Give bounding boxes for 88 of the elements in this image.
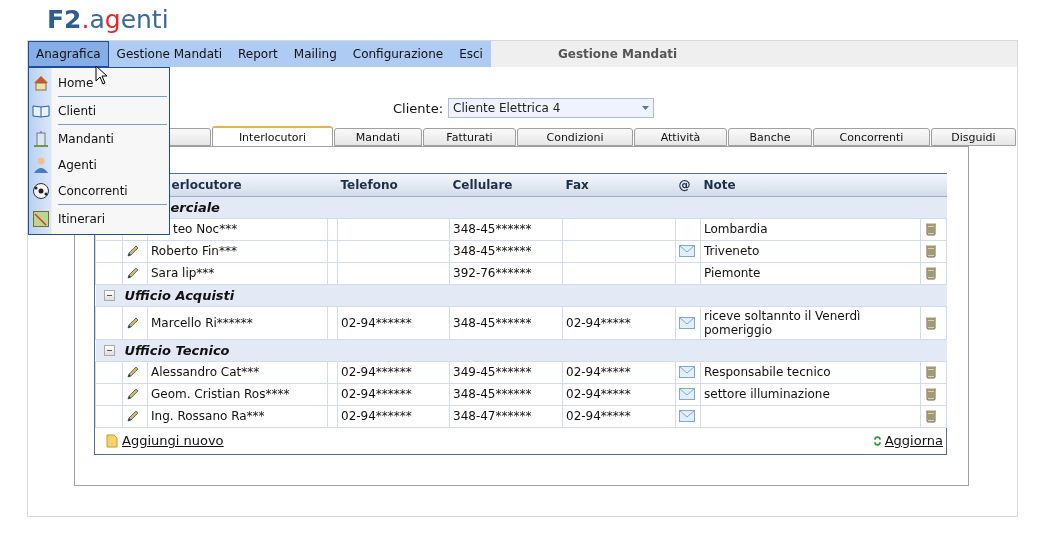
tab[interactable]: Mandati: [334, 128, 422, 146]
page-title: Gestione Mandati: [557, 46, 678, 63]
tab[interactable]: Interlocutori: [212, 126, 333, 146]
column-header: Note: [700, 174, 921, 196]
trash-icon[interactable]: [924, 315, 938, 330]
table-cell: Piemonte: [700, 262, 921, 284]
table-cell: Geom. Cristian Ros****: [147, 383, 328, 405]
table-cell: teo Noc***: [147, 218, 328, 240]
column-header: Cellulare: [449, 174, 563, 196]
trash-icon[interactable]: [924, 244, 938, 258]
table-cell: 349-45******: [449, 361, 563, 383]
table-cell: Alessandro Cat***: [147, 361, 328, 383]
column-header: Fax: [562, 174, 676, 196]
pencil-icon[interactable]: [126, 387, 140, 401]
table-cell: 02-94******: [337, 383, 450, 405]
column-header: Telefono: [337, 174, 450, 196]
menu-item[interactable]: Esci: [451, 41, 491, 67]
tab[interactable]: Concorrenti: [813, 128, 930, 146]
group-title: erciale: [170, 199, 220, 215]
trash-icon[interactable]: [924, 387, 938, 401]
table-cell: 02-94*****: [562, 383, 676, 405]
table-cell: 348-47******: [449, 405, 563, 427]
table-cell: 348-45******: [449, 306, 563, 339]
column-header: @: [675, 174, 701, 196]
table-cell: Roberto Fin***: [147, 240, 328, 262]
trash-icon[interactable]: [924, 365, 938, 379]
envelope-icon[interactable]: [679, 316, 695, 329]
document-icon: [105, 433, 119, 448]
envelope-icon[interactable]: [679, 410, 695, 422]
collapse-toggle[interactable]: [103, 344, 115, 356]
person-icon: [32, 156, 50, 174]
refresh-icon: [872, 435, 882, 446]
tab[interactable]: Disguidi: [931, 128, 1016, 146]
envelope-icon[interactable]: [679, 245, 695, 257]
envelope-icon[interactable]: [679, 366, 695, 378]
tab[interactable]: Attività: [634, 128, 727, 146]
book-icon: [32, 102, 50, 120]
menu-entry[interactable]: Clienti: [29, 98, 169, 124]
table-cell: 02-94******: [337, 405, 450, 427]
map-icon: [32, 210, 50, 228]
logo: F2.agenti: [46, 4, 170, 36]
table-cell: 02-94******: [337, 306, 450, 339]
tab[interactable]: Condizioni: [517, 128, 633, 146]
client-label: Cliente:: [393, 100, 443, 116]
group-title: Ufficio Tecnico: [124, 342, 230, 358]
envelope-icon[interactable]: [679, 388, 695, 400]
tab[interactable]: Fatturati: [423, 128, 516, 146]
table-cell: 348-45******: [449, 240, 563, 262]
house-icon: [32, 74, 50, 92]
menu-item[interactable]: Report: [230, 41, 286, 67]
table-cell: 02-94*****: [562, 405, 676, 427]
pencil-icon[interactable]: [126, 266, 140, 280]
table-cell: Ing. Rossano Ra***: [147, 405, 328, 427]
menu-item[interactable]: Gestione Mandati: [108, 41, 231, 67]
trash-icon[interactable]: [924, 266, 938, 280]
table-cell: Sara lip***: [147, 262, 328, 284]
table-cell: 02-94*****: [562, 361, 676, 383]
menu-item[interactable]: Configurazione: [344, 41, 452, 67]
group-title: Ufficio Acquisti: [124, 287, 235, 303]
table-cell: Lombardia: [700, 218, 921, 240]
pencil-icon[interactable]: [126, 244, 140, 258]
table-cell: 392-76******: [449, 262, 563, 284]
caret-icon: [642, 106, 649, 110]
menu-item[interactable]: Anagrafica: [28, 41, 109, 67]
ball-icon: [32, 182, 50, 200]
trash-icon[interactable]: [924, 222, 938, 236]
tab[interactable]: Banche: [728, 128, 812, 146]
table-cell: 02-94*****: [562, 306, 676, 339]
pencil-icon[interactable]: [126, 365, 140, 379]
table-cell: Responsabile tecnico: [700, 361, 921, 383]
table-cell: 348-45******: [449, 218, 563, 240]
trash-icon[interactable]: [924, 409, 938, 423]
refresh-link[interactable]: Aggiorna: [872, 433, 943, 448]
menu-item[interactable]: Mailing: [285, 41, 345, 67]
collapse-toggle[interactable]: [103, 289, 115, 301]
building-icon: [32, 130, 50, 148]
table-cell: settore illuminazione: [700, 383, 921, 405]
menu-entry[interactable]: Home: [29, 70, 169, 96]
add-new-link[interactable]: Aggiungi nuovo: [105, 433, 224, 448]
table-cell: 02-94******: [337, 361, 450, 383]
menu-entry[interactable]: Mandanti: [29, 126, 169, 152]
pencil-icon[interactable]: [126, 409, 140, 423]
pencil-icon[interactable]: [126, 315, 140, 330]
client-select[interactable]: Cliente Elettrica 4: [448, 98, 654, 118]
table-cell: 348-45******: [449, 383, 563, 405]
table-cell: riceve soltannto il Venerdì pomeriggio: [700, 306, 921, 339]
table-cell: Triveneto: [700, 240, 921, 262]
table-cell: Marcello Ri******: [147, 306, 328, 339]
